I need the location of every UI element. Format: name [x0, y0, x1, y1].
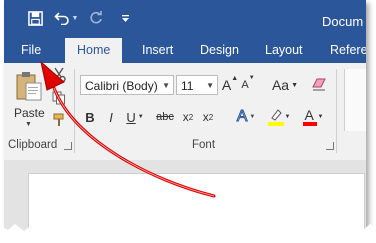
underline-button[interactable]: U ▼ [124, 107, 146, 127]
shrink-font-button[interactable]: A ▼ [240, 75, 256, 95]
torn-edge [0, 223, 376, 243]
clipboard-paste-icon [16, 72, 42, 101]
chevron-down-icon: ▼ [137, 114, 144, 120]
group-separator [74, 69, 75, 153]
save-button[interactable] [24, 6, 46, 30]
caret-down-icon: ▼ [248, 75, 255, 81]
font-name-value: Calibri (Body) [85, 79, 158, 93]
copy-button[interactable] [52, 91, 68, 107]
scissors-icon [52, 67, 66, 83]
chevron-down-icon: ▼ [206, 81, 214, 90]
caret-up-icon: ▲ [231, 75, 239, 82]
change-case-button[interactable]: Aa ▼ [270, 75, 300, 95]
strikethrough-button[interactable]: abc [154, 107, 176, 127]
undo-icon [53, 12, 69, 25]
grow-font-button[interactable]: A ▲ [222, 75, 238, 95]
customize-dropdown-icon [121, 14, 129, 22]
italic-button[interactable]: I [104, 107, 118, 127]
paste-label: Paste [14, 106, 45, 120]
cut-button[interactable] [52, 67, 70, 85]
text-effects-button[interactable]: A ▼ [234, 107, 258, 127]
clipboard-group-label: Clipboard [8, 139, 58, 151]
font-color-swatch [302, 122, 317, 126]
chevron-down-icon: ▼ [249, 114, 256, 120]
tab-file[interactable]: File [21, 38, 41, 63]
chevron-down-icon: ▼ [291, 81, 299, 89]
title-bar: ▼ Docum [4, 0, 366, 38]
ribbon-home: Paste ▼ Clipboard Calibri (Body) ▼ 11 ▼ … [4, 63, 366, 161]
group-separator [336, 69, 337, 153]
eraser-icon [312, 78, 326, 91]
superscript-button[interactable]: x2 [200, 107, 216, 127]
font-size-value: 11 [181, 79, 194, 93]
chevron-down-icon: ▼ [162, 81, 170, 90]
font-dialog-launcher[interactable] [326, 142, 334, 150]
styles-gallery-edge[interactable] [344, 69, 366, 131]
format-painter-button[interactable] [52, 113, 68, 129]
undo-button[interactable]: ▼ [52, 6, 80, 30]
document-title: Docum [322, 14, 364, 29]
chevron-down-icon: ▼ [284, 114, 291, 120]
bold-button[interactable]: B [82, 107, 98, 127]
highlight-button[interactable]: ▼ [266, 107, 292, 127]
ribbon-tabs: File Home Insert Design Layout Refere [4, 38, 366, 63]
clear-formatting-button[interactable] [309, 75, 329, 95]
customize-qat-button[interactable] [118, 6, 132, 30]
highlighter-icon [267, 109, 284, 126]
save-icon [27, 10, 43, 26]
font-size-dropdown[interactable]: 11 ▼ [176, 75, 218, 95]
chevron-down-icon: ▼ [317, 114, 324, 120]
font-name-dropdown[interactable]: Calibri (Body) ▼ [80, 75, 174, 95]
clipboard-dialog-launcher[interactable] [64, 142, 72, 150]
tab-insert[interactable]: Insert [142, 38, 173, 63]
font-group-label: Font [192, 139, 216, 151]
tab-home[interactable]: Home [65, 38, 123, 63]
tab-design[interactable]: Design [200, 38, 239, 63]
paste-button[interactable]: Paste ▼ [12, 69, 46, 131]
font-color-button[interactable]: A ▼ [300, 107, 326, 127]
tab-references[interactable]: Refere [330, 38, 366, 63]
paste-dropdown-icon[interactable]: ▼ [25, 121, 32, 128]
subscript-button[interactable]: x2 [180, 107, 196, 127]
tab-layout[interactable]: Layout [265, 38, 303, 63]
copy-icon [52, 91, 65, 105]
paintbrush-icon [53, 113, 64, 126]
redo-icon [90, 11, 102, 24]
undo-dropdown-icon[interactable]: ▼ [72, 15, 79, 22]
redo-button[interactable] [86, 6, 106, 30]
word-window: ▼ Docum File Home Insert Design Layout R… [4, 0, 366, 232]
